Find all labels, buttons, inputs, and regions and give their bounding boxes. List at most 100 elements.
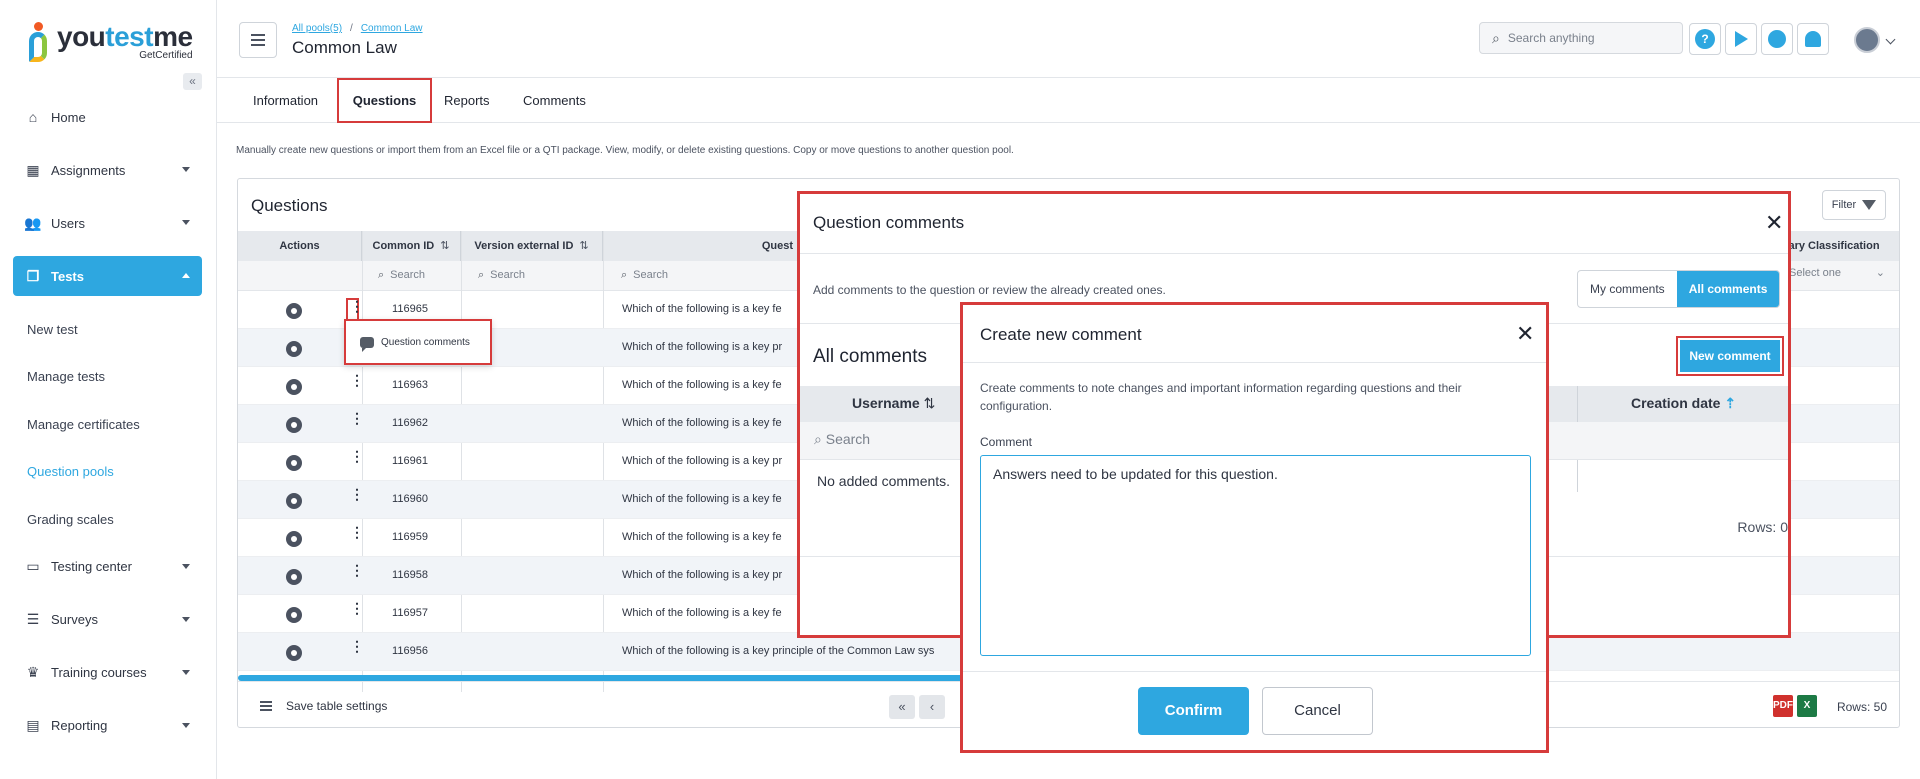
first-page-button[interactable]: « (889, 695, 915, 719)
sidebar-item-surveys[interactable]: ☰ Surveys (13, 600, 202, 640)
filter-button[interactable]: Filter (1822, 190, 1886, 220)
comments-filter-toggle: My comments All comments (1577, 270, 1781, 308)
tab-questions[interactable]: Questions (337, 78, 432, 123)
col-common-id[interactable]: Common ID ⇅ (362, 231, 461, 261)
filter-label: Filter (1831, 199, 1857, 211)
search-icon: ⌕ (814, 431, 822, 447)
cell-common-id: 116959 (392, 531, 428, 543)
tab-information[interactable]: Information (253, 78, 318, 123)
chevron-down-icon: ⌄ (1875, 267, 1885, 279)
support-button[interactable] (1761, 23, 1793, 55)
sidebar-item-users[interactable]: 👥 Users (13, 203, 202, 243)
confirm-button[interactable]: Confirm (1138, 687, 1249, 735)
view-icon[interactable] (286, 607, 302, 623)
home-icon: ⌂ (28, 109, 38, 125)
more-actions-icon[interactable]: ⋮ (350, 373, 364, 387)
cell-question: Which of the following is a key pr (622, 455, 783, 467)
sidebar-subitem-grading-scales[interactable]: Grading scales (13, 499, 202, 539)
col-question[interactable]: Quest (603, 231, 803, 261)
col-creation-date[interactable]: Creation date ⇡ (1631, 395, 1736, 412)
chevron-down-icon (182, 722, 190, 728)
notifications-button[interactable] (1797, 23, 1829, 55)
my-comments-button[interactable]: My comments (1578, 271, 1677, 307)
sidebar-item-testing-center[interactable]: ▭ Testing center (13, 547, 202, 587)
more-actions-icon[interactable]: ⋮ (350, 563, 364, 577)
more-actions-icon[interactable]: ⋮ (350, 411, 364, 425)
cell-common-id: 116957 (392, 607, 428, 619)
close-icon[interactable]: ✕ (1516, 323, 1534, 345)
view-icon[interactable] (286, 645, 302, 661)
monitor-icon: ▭ (26, 558, 40, 574)
col-version-external-id[interactable]: Version external ID ⇅ (461, 231, 603, 261)
view-icon[interactable] (286, 341, 302, 357)
view-icon[interactable] (286, 303, 302, 319)
report-icon: ▤ (26, 717, 40, 733)
sidebar-item-reporting[interactable]: ▤ Reporting (13, 706, 202, 746)
more-actions-icon[interactable]: ⋮ (350, 449, 364, 463)
view-icon[interactable] (286, 417, 302, 433)
tab-bar: Information Questions Reports Comments (217, 78, 1920, 123)
tutorial-button[interactable] (1725, 23, 1757, 55)
more-actions-icon[interactable]: ⋮ (350, 639, 364, 653)
version-id-search[interactable]: ⌕ Search (478, 269, 525, 282)
sidebar-subitem-manage-certificates[interactable]: Manage certificates (13, 404, 202, 444)
col-username[interactable]: Username ⇅ (852, 395, 935, 412)
menu-toggle-button[interactable] (239, 22, 277, 58)
previous-page-button[interactable]: ‹ (919, 695, 945, 719)
pdf-export-icon[interactable]: PDF (1773, 695, 1793, 717)
sidebar-subitem-question-pools[interactable]: Question pools (13, 452, 202, 492)
view-icon[interactable] (286, 493, 302, 509)
page-title: Common Law (292, 38, 397, 57)
dialog-title: Create new comment (980, 325, 1142, 344)
more-actions-icon[interactable]: ⋮ (350, 487, 364, 501)
chevron-down-icon[interactable] (1885, 34, 1896, 45)
question-search[interactable]: ⌕ Search (621, 269, 668, 282)
all-comments-button[interactable]: All comments (1676, 271, 1780, 307)
view-icon[interactable] (286, 531, 302, 547)
breadcrumb-common-law[interactable]: Common Law (361, 23, 423, 34)
top-header: All pools(5) / Common Law Common Law ⌕ Sear… (217, 0, 1920, 78)
sidebar-item-assignments[interactable]: ▦ Assignments (13, 150, 202, 190)
sort-icon: ⇅ (923, 395, 936, 411)
sort-asc-icon: ⇡ (1724, 395, 1737, 411)
view-icon[interactable] (286, 569, 302, 585)
logo[interactable]: youtestme GetCertified (27, 22, 193, 64)
search-placeholder: Search anything (1507, 31, 1595, 45)
avatar[interactable] (1854, 27, 1880, 53)
sort-icon: ⇅ (440, 240, 450, 252)
sidebar-subitem-manage-tests[interactable]: Manage tests (13, 357, 202, 397)
close-icon[interactable]: ✕ (1765, 212, 1783, 234)
username-search[interactable]: ⌕ Search (814, 431, 870, 448)
tab-comments[interactable]: Comments (523, 78, 586, 123)
dialog-title: Question comments (813, 213, 965, 232)
global-search-input[interactable]: ⌕ Search anything (1479, 22, 1683, 54)
users-icon: 👥 (24, 214, 42, 231)
dialog-description: Create comments to note changes and impo… (980, 381, 1462, 413)
search-icon: ⌕ (378, 269, 385, 281)
new-comment-button[interactable]: New comment (1676, 336, 1784, 376)
more-actions-icon[interactable]: ⋮ (350, 525, 364, 539)
cancel-button[interactable]: Cancel (1262, 687, 1373, 735)
cell-question: Which of the following is a key fe (622, 493, 782, 505)
comment-icon (360, 336, 374, 352)
classification-select[interactable]: Select one ⌄ (1789, 267, 1889, 287)
tab-reports[interactable]: Reports (444, 78, 490, 123)
breadcrumb-all-pools[interactable]: All pools(5) (292, 23, 342, 34)
search-icon: ⌕ (621, 269, 628, 281)
sidebar-subitem-new-test[interactable]: New test (13, 309, 202, 349)
cell-common-id: 116962 (392, 417, 428, 429)
view-icon[interactable] (286, 379, 302, 395)
excel-export-icon[interactable]: X (1797, 695, 1817, 717)
save-table-settings-button[interactable]: Save table settings (260, 699, 387, 713)
sidebar-item-training-courses[interactable]: ♛ Training courses (13, 653, 202, 693)
sidebar-item-tests[interactable]: ❐ Tests (13, 256, 202, 296)
question-comments-menu-item[interactable]: Question comments (344, 319, 492, 365)
comment-textarea[interactable]: Answers need to be updated for this ques… (980, 455, 1531, 656)
help-button[interactable]: ? (1689, 23, 1721, 55)
collapse-sidebar-button[interactable]: « (183, 73, 202, 90)
sidebar-item-label: Surveys (51, 612, 98, 627)
more-actions-icon[interactable]: ⋮ (350, 601, 364, 615)
view-icon[interactable] (286, 455, 302, 471)
sidebar-item-home[interactable]: ⌂ Home (13, 97, 202, 137)
common-id-search[interactable]: ⌕ Search (378, 269, 425, 282)
